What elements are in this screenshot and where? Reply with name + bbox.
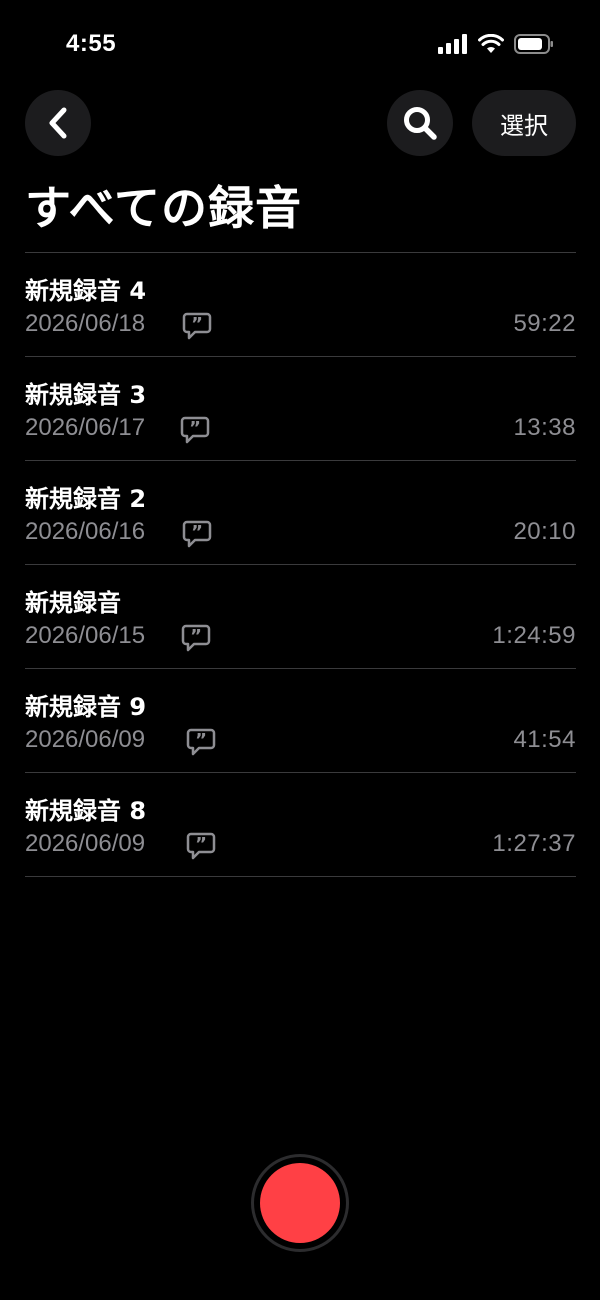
select-button[interactable]: 選択 bbox=[472, 90, 576, 156]
transcript-icon: ” bbox=[181, 624, 211, 652]
recording-row[interactable]: 新規録音 2026/06/15 ” 1:24:59 bbox=[25, 565, 576, 669]
recording-date: 2026/06/16 bbox=[25, 518, 146, 545]
recording-title: 新規録音 bbox=[25, 589, 121, 617]
search-button[interactable] bbox=[387, 90, 453, 156]
svg-text:”: ” bbox=[195, 730, 207, 751]
recording-date: 2026/06/18 bbox=[25, 310, 146, 337]
recording-row[interactable]: 新規録音 2 2026/06/16 ” 20:10 bbox=[25, 461, 576, 565]
recording-date: 2026/06/09 bbox=[25, 830, 146, 857]
recording-title: 新規録音 2 bbox=[25, 485, 147, 513]
recording-title: 新規録音 8 bbox=[25, 797, 147, 825]
recording-row[interactable]: 新規録音 4 2026/06/18 ” 59:22 bbox=[25, 253, 576, 357]
recording-date: 2026/06/09 bbox=[25, 726, 146, 753]
recording-duration: 1:27:37 bbox=[492, 830, 576, 857]
recording-duration: 13:38 bbox=[513, 414, 576, 441]
status-bar: 4:55 bbox=[0, 0, 600, 90]
recording-date: 2026/06/17 bbox=[25, 414, 146, 441]
cellular-signal-icon bbox=[438, 34, 467, 54]
svg-text:”: ” bbox=[191, 314, 203, 335]
wifi-icon bbox=[478, 34, 504, 53]
page-title: すべての録音 bbox=[25, 181, 302, 235]
recording-row[interactable]: 新規録音 8 2026/06/09 ” 1:27:37 bbox=[25, 773, 576, 877]
transcript-icon: ” bbox=[182, 312, 212, 340]
svg-text:”: ” bbox=[189, 418, 201, 439]
transcript-icon: ” bbox=[180, 416, 210, 444]
status-time: 4:55 bbox=[66, 30, 117, 57]
recording-title: 新規録音 3 bbox=[25, 381, 147, 409]
recording-title: 新規録音 9 bbox=[25, 693, 147, 721]
svg-text:”: ” bbox=[191, 522, 203, 543]
recordings-list: 新規録音 4 2026/06/18 ” 59:22 新規録音 3 2026/06… bbox=[25, 252, 576, 877]
battery-icon bbox=[514, 34, 553, 54]
recording-duration: 1:24:59 bbox=[492, 622, 576, 649]
recording-row[interactable]: 新規録音 9 2026/06/09 ” 41:54 bbox=[25, 669, 576, 773]
recording-title: 新規録音 4 bbox=[25, 277, 147, 305]
transcript-icon: ” bbox=[186, 728, 216, 756]
record-icon bbox=[260, 1163, 340, 1243]
recording-duration: 20:10 bbox=[513, 518, 576, 545]
recording-duration: 41:54 bbox=[513, 726, 576, 753]
transcript-icon: ” bbox=[186, 832, 216, 860]
back-button[interactable] bbox=[25, 90, 91, 156]
chevron-left-icon bbox=[49, 107, 67, 139]
search-icon bbox=[404, 107, 437, 140]
transcript-icon: ” bbox=[182, 520, 212, 548]
recording-duration: 59:22 bbox=[513, 310, 576, 337]
recording-date: 2026/06/15 bbox=[25, 622, 146, 649]
svg-text:”: ” bbox=[190, 626, 202, 647]
record-button[interactable] bbox=[254, 1157, 346, 1249]
svg-text:”: ” bbox=[195, 834, 207, 855]
recording-row[interactable]: 新規録音 3 2026/06/17 ” 13:38 bbox=[25, 357, 576, 461]
status-icons bbox=[438, 34, 554, 54]
